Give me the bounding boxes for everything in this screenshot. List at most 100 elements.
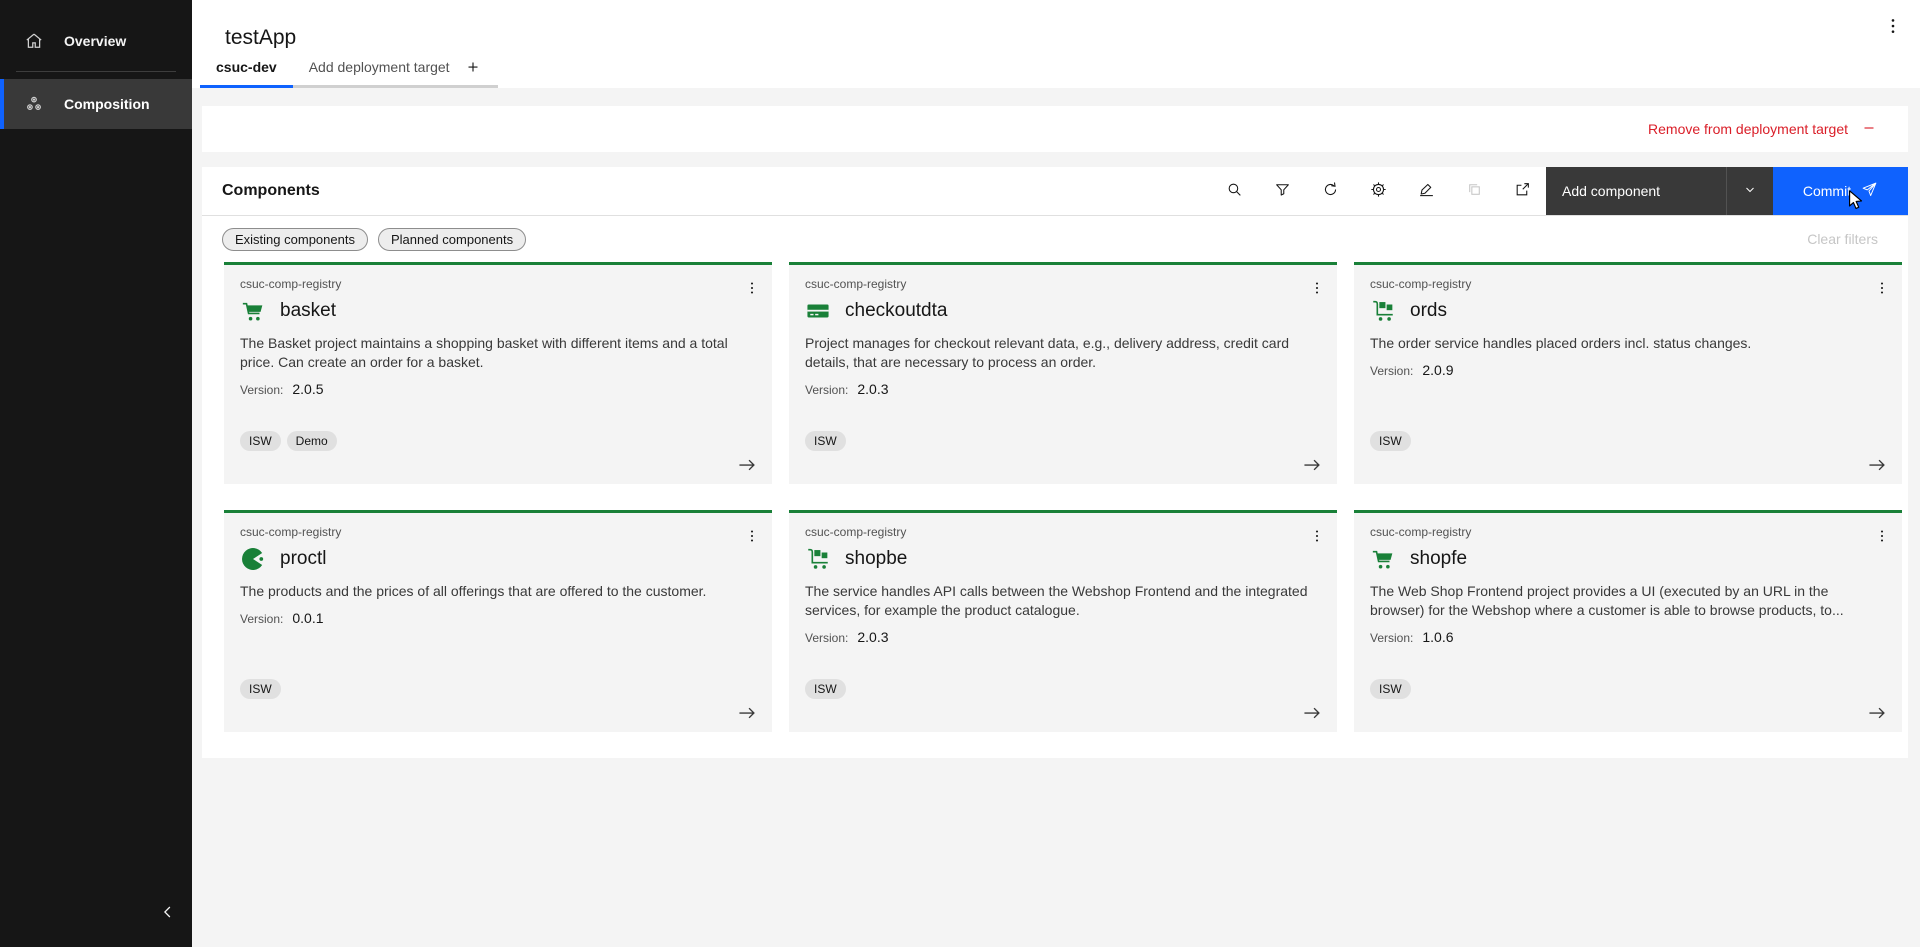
- clear-filters-button[interactable]: Clear filters: [1801, 230, 1884, 248]
- tag: ISW: [805, 679, 846, 699]
- sidebar-collapse-button[interactable]: [152, 897, 184, 929]
- copy-button: [1450, 167, 1498, 215]
- sidebar: Overview Composition: [0, 0, 192, 947]
- remove-from-deployment-target-link[interactable]: Remove from deployment target: [1642, 118, 1884, 141]
- arrow-right-icon[interactable]: [1866, 702, 1888, 724]
- card-overflow-menu-button[interactable]: [1868, 275, 1896, 303]
- filter-row: Existing components Planned components Cl…: [202, 216, 1908, 262]
- card-title-row: ords: [1370, 298, 1886, 324]
- card-registry: csuc-comp-registry: [1370, 525, 1886, 539]
- component-card-basket[interactable]: csuc-comp-registry basket The Basket pro…: [224, 262, 772, 484]
- arrow-right-icon[interactable]: [736, 702, 758, 724]
- filter-chip[interactable]: Existing components: [222, 228, 368, 251]
- page-title: testApp: [225, 26, 296, 50]
- card-description: The order service handles placed orders …: [1370, 334, 1886, 353]
- version-value: 2.0.3: [857, 629, 888, 645]
- delivery-icon: [805, 546, 831, 572]
- card-registry: csuc-comp-registry: [805, 525, 1321, 539]
- subtract-icon: [1860, 119, 1878, 140]
- card-description: The products and the prices of all offer…: [240, 582, 756, 601]
- sidebar-divider: [16, 71, 176, 72]
- launch-button[interactable]: [1498, 167, 1546, 215]
- card-title: checkoutdta: [845, 300, 947, 322]
- card-title: ords: [1410, 300, 1447, 322]
- shopping-cart-icon: [240, 298, 266, 324]
- components-toolbar: Components Add component Commit: [202, 167, 1908, 216]
- home-icon: [24, 31, 44, 51]
- version-label: Version:: [805, 631, 848, 645]
- card-tags: ISW: [1370, 679, 1411, 699]
- search-icon: [1226, 181, 1243, 201]
- component-card-shopbe[interactable]: csuc-comp-registry shopbe The service ha…: [789, 510, 1337, 732]
- app-window: Overview Composition testApp csuc-dev Ad…: [0, 0, 1920, 947]
- plus-icon[interactable]: [464, 58, 482, 76]
- purchase-icon: [805, 298, 831, 324]
- version-label: Version:: [1370, 631, 1413, 645]
- card-version-row: Version:0.0.1: [240, 610, 756, 626]
- toolbar-icon-group: [1210, 167, 1546, 215]
- version-value: 1.0.6: [1422, 629, 1453, 645]
- card-title-row: checkoutdta: [805, 298, 1321, 324]
- overflow-menu-icon: [1309, 528, 1325, 547]
- arrow-right-icon[interactable]: [736, 454, 758, 476]
- action-bar: Remove from deployment target: [202, 106, 1908, 152]
- card-overflow-menu-button[interactable]: [1303, 275, 1331, 303]
- sidebar-item-composition[interactable]: Composition: [0, 79, 192, 129]
- card-overflow-menu-button[interactable]: [738, 523, 766, 551]
- search-button[interactable]: [1210, 167, 1258, 215]
- card-description: The service handles API calls between th…: [805, 582, 1321, 620]
- card-overflow-menu-button[interactable]: [1303, 523, 1331, 551]
- version-value: 2.0.9: [1422, 362, 1453, 378]
- overflow-menu-icon: [1874, 528, 1890, 547]
- add-component-button[interactable]: Add component: [1546, 167, 1726, 215]
- shopping-cart-icon: [1370, 546, 1396, 572]
- card-description: Project manages for checkout relevant da…: [805, 334, 1321, 372]
- overflow-menu-icon: [1883, 16, 1903, 39]
- tab-label: Add deployment target: [309, 59, 450, 75]
- renew-button[interactable]: [1306, 167, 1354, 215]
- edit-button[interactable]: [1402, 167, 1450, 215]
- card-version-row: Version:2.0.3: [805, 381, 1321, 397]
- filter-button[interactable]: [1258, 167, 1306, 215]
- card-registry: csuc-comp-registry: [1370, 277, 1886, 291]
- deployment-target-tabs: csuc-dev Add deployment target: [200, 48, 498, 88]
- component-card-shopfe[interactable]: csuc-comp-registry shopfe The Web Shop F…: [1354, 510, 1902, 732]
- version-value: 0.0.1: [292, 610, 323, 626]
- product-icon: [240, 546, 266, 572]
- card-registry: csuc-comp-registry: [240, 277, 756, 291]
- arrow-right-icon[interactable]: [1866, 454, 1888, 476]
- arrow-right-icon[interactable]: [1301, 702, 1323, 724]
- tag: ISW: [240, 679, 281, 699]
- commit-button[interactable]: Commit: [1773, 167, 1908, 215]
- sidebar-item-label: Overview: [64, 33, 126, 49]
- card-tags: ISW: [240, 679, 281, 699]
- arrow-right-icon[interactable]: [1301, 454, 1323, 476]
- renew-icon: [1322, 181, 1339, 201]
- tag: ISW: [240, 431, 281, 451]
- sidebar-nav: Overview Composition: [0, 0, 192, 129]
- launch-icon: [1514, 181, 1531, 201]
- overflow-menu-icon: [1874, 280, 1890, 299]
- card-version-row: Version:2.0.5: [240, 381, 756, 397]
- card-tags: ISW: [1370, 431, 1411, 451]
- filter-chip-group: Existing components Planned components: [222, 228, 536, 251]
- filter-chip[interactable]: Planned components: [378, 228, 526, 251]
- card-title: basket: [280, 300, 336, 322]
- card-overflow-menu-button[interactable]: [1868, 523, 1896, 551]
- card-overflow-menu-button[interactable]: [738, 275, 766, 303]
- settings-button[interactable]: [1354, 167, 1402, 215]
- sidebar-item-overview[interactable]: Overview: [0, 16, 192, 66]
- component-card-ords[interactable]: csuc-comp-registry ords The order servic…: [1354, 262, 1902, 484]
- card-registry: csuc-comp-registry: [240, 525, 756, 539]
- card-version-row: Version: 1.0.6: [1370, 629, 1886, 645]
- header-overflow-menu-button[interactable]: [1880, 14, 1906, 40]
- tag: ISW: [1370, 431, 1411, 451]
- tab-csuc-dev[interactable]: csuc-dev: [200, 48, 293, 88]
- components-title: Components: [222, 182, 1210, 200]
- tag: ISW: [1370, 679, 1411, 699]
- tab-add-deployment-target[interactable]: Add deployment target: [293, 48, 498, 88]
- component-card-proctl[interactable]: csuc-comp-registry proctl The products a…: [224, 510, 772, 732]
- component-card-checkoutdta[interactable]: csuc-comp-registry checkoutdta Project m…: [789, 262, 1337, 484]
- add-component-chevron-button[interactable]: [1726, 167, 1773, 215]
- card-title-row: shopfe: [1370, 546, 1886, 572]
